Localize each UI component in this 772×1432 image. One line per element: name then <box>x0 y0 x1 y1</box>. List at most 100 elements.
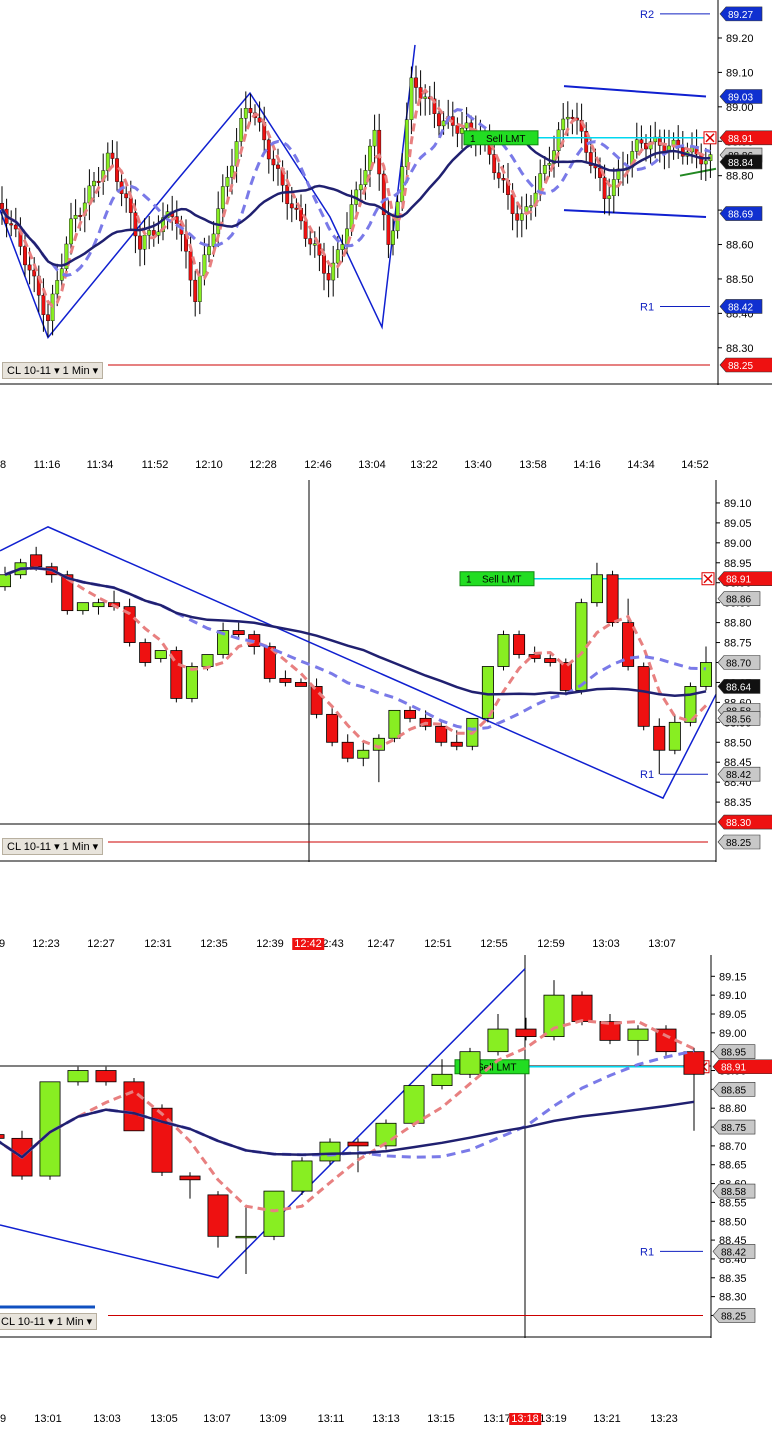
candle <box>377 129 382 175</box>
x-tick-label: 13:58 <box>519 459 547 471</box>
instrument-tab-top[interactable]: CL 10-11 ▾ 1 Min ▾ <box>2 362 104 379</box>
candle <box>23 246 27 266</box>
candle <box>147 230 152 236</box>
order-qty: 1 <box>470 134 476 145</box>
candle <box>207 246 211 256</box>
candle <box>41 295 46 315</box>
price-tag-label: 88.30 <box>726 818 751 829</box>
candle <box>602 177 607 199</box>
candle <box>123 1081 145 1132</box>
candle <box>464 122 469 129</box>
candle <box>289 203 294 209</box>
y-tick-label: 88.80 <box>719 1103 747 1115</box>
candle <box>303 220 308 239</box>
price-tag-label: 88.42 <box>721 1247 746 1258</box>
price-tag-label: 88.91 <box>728 134 753 145</box>
y-tick-label: 88.50 <box>724 737 752 749</box>
y-tick-label: 88.50 <box>719 1216 747 1228</box>
candle <box>391 230 395 245</box>
candle <box>263 1190 285 1237</box>
candle <box>239 118 244 142</box>
order-label: Sell LMT <box>482 575 521 586</box>
candle <box>639 139 644 144</box>
y-tick-label: 88.80 <box>724 618 752 630</box>
candle <box>515 1028 537 1037</box>
candle <box>243 108 248 119</box>
candle <box>0 203 4 210</box>
candle <box>513 634 526 655</box>
x-tick-label: 13:23 <box>650 1413 678 1425</box>
price-tag-label: 88.56 <box>726 714 751 725</box>
order-label: Sell LMT <box>477 1063 516 1074</box>
price-tag-label: 88.91 <box>721 1063 746 1074</box>
candle <box>151 1107 173 1173</box>
x-tick-label: 12:23 <box>32 938 60 950</box>
chart-pane-middle[interactable]: 89.1089.0589.0088.9588.9088.8588.8088.75… <box>0 480 772 862</box>
candle <box>0 574 12 588</box>
candle <box>67 1070 89 1083</box>
x-tick-label: 12:47 <box>367 938 395 950</box>
candle <box>294 682 307 687</box>
x-tick-label: 13:04 <box>358 459 386 471</box>
instrument-label: CL 10-11 <box>7 365 52 377</box>
candle <box>154 650 167 659</box>
candle <box>294 207 299 210</box>
candle <box>232 630 245 635</box>
chart-pane-top[interactable]: 89.2089.1089.0088.9088.8088.7088.6088.50… <box>0 0 772 385</box>
price-tag-label: 88.84 <box>728 158 753 169</box>
candle <box>606 574 619 624</box>
price-tag-label: 88.58 <box>721 1187 746 1198</box>
candle <box>138 235 142 250</box>
order-qty: 1 <box>466 575 472 586</box>
candle <box>76 602 89 612</box>
candle <box>404 119 409 167</box>
price-tag-label: 88.86 <box>726 595 751 606</box>
x-tick-label: 11:34 <box>86 459 114 471</box>
order-label: Sell LMT <box>486 134 525 145</box>
x-tick-label: 12:31 <box>144 938 172 950</box>
candle <box>291 1160 313 1192</box>
cursor-time-label: 12:42 <box>292 938 324 950</box>
candle <box>487 1028 509 1053</box>
instrument-tab-middle[interactable]: CL 10-11 ▾ 1 Min ▾ <box>2 838 104 855</box>
candle <box>142 234 147 250</box>
zigzag-line <box>0 44 416 339</box>
price-tag-label: 88.69 <box>728 210 753 221</box>
candle <box>565 116 570 120</box>
candle <box>201 654 214 667</box>
candle <box>139 642 152 663</box>
candle <box>92 602 105 608</box>
candle <box>115 158 119 182</box>
candle <box>185 666 198 699</box>
x-tick-label: 13:40 <box>464 459 492 471</box>
candle <box>347 1141 369 1147</box>
candle <box>358 184 363 191</box>
y-tick-label: 88.75 <box>724 638 752 650</box>
time-axis-upper-bottom: 9 12:23 12:27 12:31 12:35 12:39 12:43 12:47 12:5… <box>0 935 720 955</box>
time-axis-bottom: 9 13:01 13:03 13:05 13:07 13:09 13:11 13:13 13:1… <box>0 1410 720 1430</box>
level-label: R2 <box>640 9 654 21</box>
candle <box>92 180 96 187</box>
channel-lower-line <box>563 209 707 218</box>
candle <box>637 666 650 727</box>
candle <box>372 129 377 147</box>
instrument-tab-bottom[interactable]: CL 10-11 ▾ 1 Min ▾ <box>0 1313 98 1330</box>
x-tick-label: 12:27 <box>87 938 115 950</box>
candle <box>95 1070 117 1083</box>
candle <box>266 139 271 160</box>
candle <box>497 634 510 667</box>
y-tick-label: 88.65 <box>719 1160 747 1172</box>
cursor-time-label: 13:18 <box>509 1413 541 1425</box>
price-tag-label: 88.42 <box>726 770 751 781</box>
candle <box>437 113 441 127</box>
price-tag-label: 88.95 <box>721 1048 746 1059</box>
level-label: R1 <box>640 1246 654 1258</box>
candle <box>46 314 50 322</box>
chart-pane-bottom[interactable]: 89.1589.1089.0589.0088.9588.9088.8588.80… <box>0 955 772 1340</box>
x-tick-label: 13:15 <box>427 1413 455 1425</box>
x-tick-label: 14:16 <box>573 459 601 471</box>
y-tick-label: 88.35 <box>724 797 752 809</box>
candle <box>455 125 460 134</box>
candle <box>308 238 313 245</box>
candle <box>55 280 60 295</box>
